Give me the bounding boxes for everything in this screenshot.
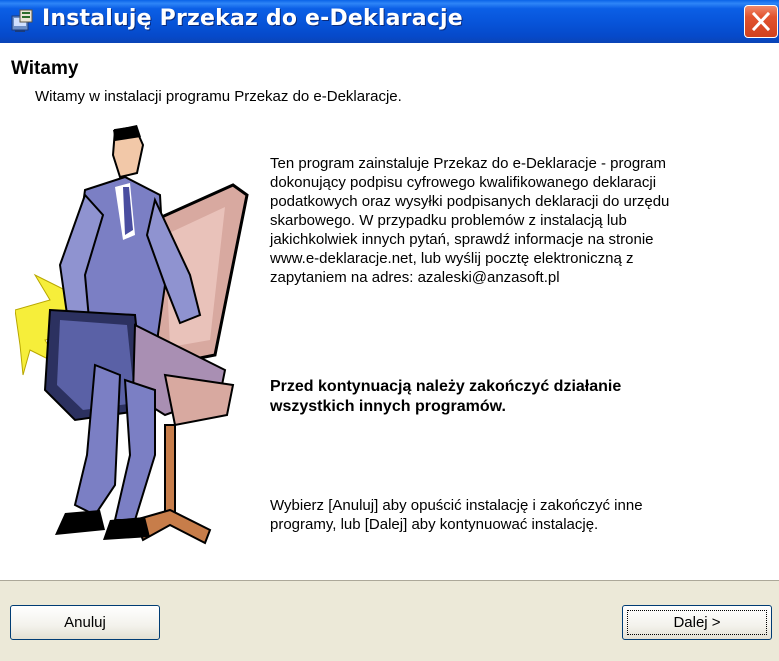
- close-icon: [752, 12, 770, 31]
- installer-window: Instaluję Przekaz do e-Deklaracje Witamy…: [0, 0, 779, 661]
- intro-line: skarbowego. W przypadku problemów z inst…: [270, 212, 627, 229]
- warning-line: Przed kontynuacją należy zakończyć dział…: [270, 378, 622, 395]
- cancel-button[interactable]: Anuluj: [10, 605, 160, 640]
- next-button[interactable]: Dalej >: [622, 605, 772, 640]
- intro-line: dokonujący podpisu cyfrowego kwalifikowa…: [270, 174, 657, 191]
- warning-text: Przed kontynuacją należy zakończyć dział…: [270, 377, 770, 417]
- intro-line: jakichkolwiek innych pytań, sprawdź info…: [270, 231, 654, 248]
- instructions-text: Wybierz [Anuluj] aby opuścić instalację …: [270, 496, 770, 534]
- instruction-line: Wybierz [Anuluj] aby opuścić instalację …: [270, 497, 643, 514]
- title-bar[interactable]: Instaluję Przekaz do e-Deklaracje: [0, 0, 779, 43]
- intro-line: Ten program zainstaluje Przekaz do e-Dek…: [270, 155, 667, 172]
- intro-line: zapytaniem na adres: azaleski@anzasoft.p…: [270, 269, 560, 286]
- intro-line: www.e-deklaracje.net, lub wyślij pocztę …: [270, 250, 634, 267]
- intro-text: Ten program zainstaluje Przekaz do e-Dek…: [270, 154, 770, 287]
- instruction-line: programy, lub [Dalej] aby kontynuować in…: [270, 516, 599, 533]
- intro-line: podatkowych oraz wysyłki podpisanych dek…: [270, 193, 670, 210]
- next-button-label: Dalej >: [673, 614, 721, 631]
- warning-line: wszystkich innych programów.: [270, 398, 506, 415]
- installer-icon: [11, 9, 33, 32]
- button-bar: Anuluj Dalej >: [0, 580, 779, 661]
- page-title: Witamy: [11, 58, 79, 79]
- businessman-illustration: [15, 125, 249, 545]
- page-subtitle: Witamy w instalacji programu Przekaz do …: [35, 88, 402, 105]
- close-button[interactable]: [744, 5, 778, 38]
- window-title: Instaluję Przekaz do e-Deklaracje: [42, 6, 463, 31]
